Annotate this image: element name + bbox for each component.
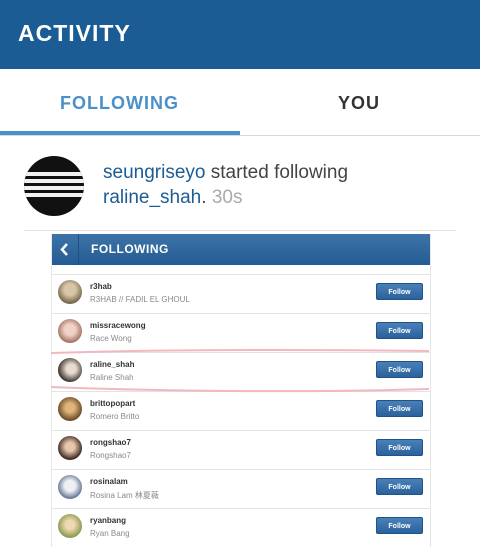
list-item: brittopopart Romero Britto Follow [52,392,430,431]
list-item: missracewong Race Wong Follow [52,314,430,353]
list-item-fullname: Raline Shah [90,373,134,382]
follow-button: Follow [376,517,423,534]
avatar [58,436,82,460]
list-item-fullname: R3HAB // FADIL EL GHOUL [90,295,190,304]
shared-screenshot-image[interactable]: FOLLOWING r3hab R3HAB // FADIL EL GHOUL … [51,234,431,547]
list-item: ryanbang Ryan Bang Follow [52,509,430,547]
avatar [58,475,82,499]
follow-button: Follow [376,439,423,456]
list-item-username: raline_shah [90,360,135,369]
activity-action: started following [205,162,349,183]
tab-following[interactable]: FOLLOWING [60,93,179,114]
avatar [58,280,82,304]
follow-button: Follow [376,361,423,378]
app-header: ACTIVITY [0,0,480,69]
activity-text-line2: raline_shah. 30s [103,187,242,209]
list-item-username: missracewong [90,321,146,330]
list-item-fullname: Romero Britto [90,412,140,421]
list-item-username: rongshao7 [90,438,131,447]
screenshot-title: FOLLOWING [91,242,169,256]
back-arrow-icon [52,234,79,265]
actor-username-link[interactable]: seungriseyo [103,162,205,183]
follow-button: Follow [376,322,423,339]
page-title: ACTIVITY [18,20,131,46]
list-item-fullname: Race Wong [90,334,132,343]
activity-divider [24,230,456,231]
list-item-fullname: Rongshao7 [90,451,131,460]
list-item-username: brittopopart [90,399,136,408]
activity-separator: . [201,187,207,208]
activity-text-line1: seungriseyo started following [103,162,348,184]
follow-button: Follow [376,283,423,300]
tab-bar: FOLLOWING YOU [0,69,480,135]
list-item-username: ryanbang [90,516,127,525]
avatar [58,514,82,538]
avatar [58,319,82,343]
activity-timestamp: 30s [211,187,243,208]
tab-you[interactable]: YOU [338,93,380,114]
screenshot-header: FOLLOWING [52,234,430,265]
avatar [58,358,82,382]
list-item-fullname: Ryan Bang [90,529,130,538]
list-item-fullname: Rosina Lam 林夏薇 [90,491,159,500]
target-username-link[interactable]: raline_shah [103,187,201,208]
avatar [58,397,82,421]
list-item: rosinalam Rosina Lam 林夏薇 Follow [52,470,430,509]
list-item: rongshao7 Rongshao7 Follow [52,431,430,470]
tab-divider [0,135,480,136]
avatar[interactable] [24,156,84,216]
follow-button: Follow [376,400,423,417]
list-item-username: rosinalam [90,477,128,486]
list-item-username: r3hab [90,282,112,291]
follow-button: Follow [376,478,423,495]
list-item: raline_shah Raline Shah Follow [52,353,430,392]
list-item: r3hab R3HAB // FADIL EL GHOUL Follow [52,275,430,314]
